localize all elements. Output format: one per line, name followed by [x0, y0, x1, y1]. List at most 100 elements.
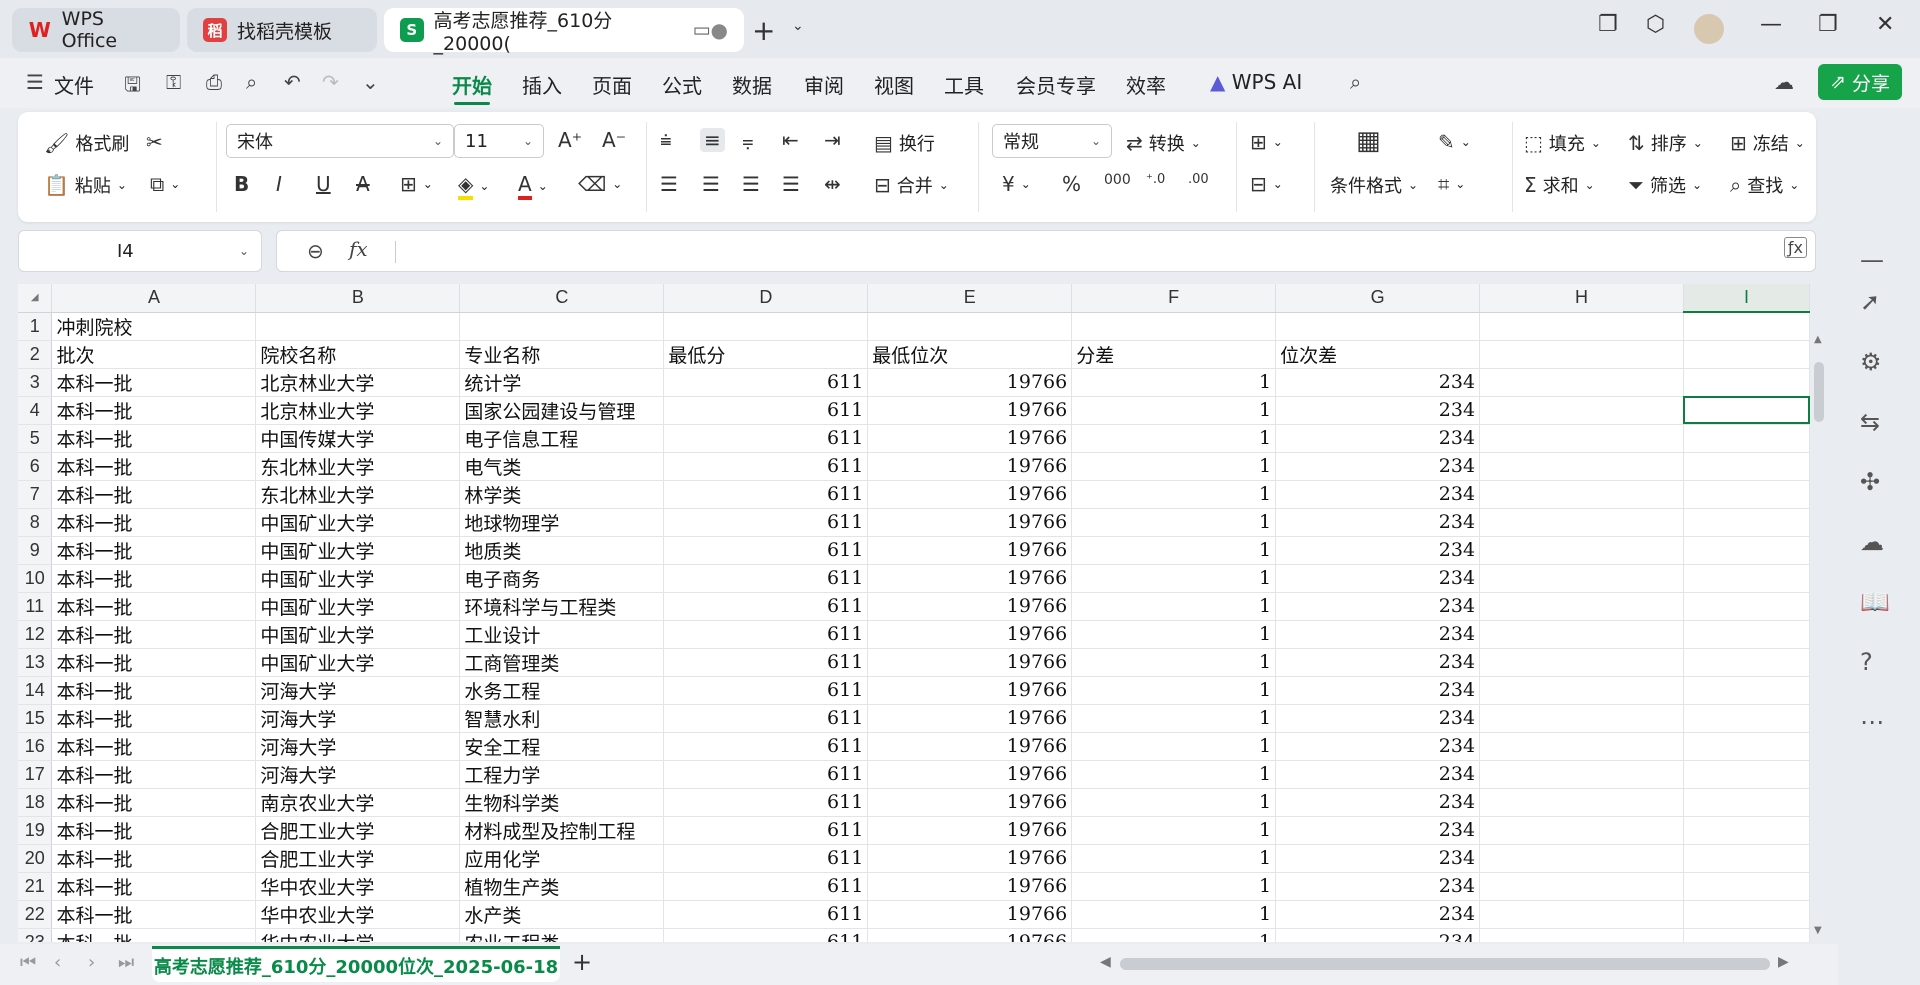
- cell[interactable]: [1479, 508, 1684, 537]
- file-menu[interactable]: 文件: [54, 70, 94, 99]
- cell[interactable]: [1479, 424, 1684, 453]
- multi-window-icon[interactable]: ❐: [1598, 12, 1618, 37]
- cell[interactable]: [1683, 844, 1810, 873]
- freeze-button[interactable]: ⊞ 冻结 ⌄: [1730, 130, 1805, 156]
- avatar[interactable]: [1694, 14, 1724, 44]
- print-icon[interactable]: ⎙: [206, 70, 222, 94]
- fill-color-icon[interactable]: ◈ ⌄: [458, 172, 489, 200]
- cell[interactable]: [1479, 592, 1684, 621]
- cell[interactable]: 1: [1071, 788, 1277, 817]
- cell[interactable]: 本科一批: [51, 872, 257, 901]
- cell[interactable]: [1683, 368, 1810, 397]
- currency-icon[interactable]: ¥ ⌄: [1002, 172, 1031, 196]
- cell[interactable]: 19766: [867, 452, 1073, 481]
- cell[interactable]: 工商管理类: [459, 648, 665, 677]
- cell[interactable]: 611: [663, 788, 869, 817]
- cell[interactable]: 本科一批: [51, 368, 257, 397]
- menu-home[interactable]: 开始: [452, 70, 492, 105]
- cell[interactable]: [1683, 788, 1810, 817]
- last-sheet-icon[interactable]: ⏭: [118, 952, 134, 973]
- cell[interactable]: 611: [663, 844, 869, 873]
- font-color-icon[interactable]: A ⌄: [518, 172, 548, 200]
- redo-icon[interactable]: ↷: [322, 70, 339, 94]
- row-header[interactable]: 15: [18, 704, 53, 733]
- cell[interactable]: 234: [1275, 844, 1481, 873]
- cell[interactable]: 611: [663, 452, 869, 481]
- cell[interactable]: [1683, 536, 1810, 565]
- cell[interactable]: [1479, 564, 1684, 593]
- paste-button[interactable]: 📋 粘贴 ⌄: [44, 172, 127, 198]
- cell[interactable]: 611: [663, 564, 869, 593]
- cell[interactable]: [1683, 732, 1810, 761]
- cell[interactable]: 19766: [867, 536, 1073, 565]
- cell[interactable]: [1479, 872, 1684, 901]
- cell[interactable]: [1479, 368, 1684, 397]
- cell[interactable]: 工程力学: [459, 760, 665, 789]
- cell[interactable]: 1: [1071, 564, 1277, 593]
- cell[interactable]: 1: [1071, 732, 1277, 761]
- cell[interactable]: 1: [1071, 424, 1277, 453]
- tab-close-icon[interactable]: ●: [711, 18, 728, 42]
- cell[interactable]: 本科一批: [51, 396, 257, 425]
- cell[interactable]: 本科一批: [51, 648, 257, 677]
- table-style-icon[interactable]: ⊟ ⌄: [1250, 172, 1283, 196]
- search-icon[interactable]: ⌕: [1350, 70, 1361, 94]
- cell[interactable]: 1: [1071, 452, 1277, 481]
- cell[interactable]: 中国传媒大学: [255, 424, 461, 453]
- new-tab-plus-icon[interactable]: +: [752, 14, 775, 47]
- first-sheet-icon[interactable]: ⏮: [20, 952, 36, 973]
- bold-icon[interactable]: B: [234, 172, 249, 196]
- cell[interactable]: 19766: [867, 508, 1073, 537]
- row-header[interactable]: 17: [18, 760, 53, 789]
- formula-input[interactable]: ⊖ fx ƒx: [276, 230, 1816, 272]
- cell[interactable]: [1479, 844, 1684, 873]
- percent-icon[interactable]: %: [1062, 172, 1081, 196]
- cell[interactable]: 电子信息工程: [459, 424, 665, 453]
- row-header[interactable]: 19: [18, 816, 53, 845]
- cell[interactable]: 华中农业大学: [255, 872, 461, 901]
- cell[interactable]: 安全工程: [459, 732, 665, 761]
- cell[interactable]: 院校名称: [255, 340, 461, 369]
- scroll-right-icon[interactable]: ▶: [1778, 954, 1789, 970]
- cell[interactable]: 环境科学与工程类: [459, 592, 665, 621]
- cell[interactable]: [1683, 760, 1810, 789]
- restore-icon[interactable]: ❐: [1818, 12, 1838, 37]
- spreadsheet-grid[interactable]: ◢ A B C D E F G H I 1 冲刺院校 2 批次 院校名称 专业名称 最低分最…: [18, 284, 1810, 942]
- cell[interactable]: 234: [1275, 732, 1481, 761]
- increase-font-icon[interactable]: A⁺: [558, 128, 582, 152]
- cell[interactable]: 最低分: [663, 340, 869, 369]
- cell[interactable]: 611: [663, 424, 869, 453]
- key-icon[interactable]: ⚿: [166, 70, 181, 94]
- cell[interactable]: 1: [1071, 480, 1277, 509]
- scroll-left-icon[interactable]: ◀: [1100, 954, 1111, 970]
- cell[interactable]: 中国矿业大学: [255, 564, 461, 593]
- align-right-icon[interactable]: ☰: [742, 172, 760, 196]
- cell[interactable]: [1479, 648, 1684, 677]
- cell[interactable]: 611: [663, 592, 869, 621]
- cell[interactable]: 本科一批: [51, 844, 257, 873]
- cell[interactable]: 生物科学类: [459, 788, 665, 817]
- cell[interactable]: 电子商务: [459, 564, 665, 593]
- strikethrough-icon[interactable]: A: [356, 172, 370, 196]
- select-all-corner[interactable]: ◢: [18, 284, 53, 313]
- cell[interactable]: [255, 312, 461, 341]
- cell[interactable]: 本科一批: [51, 564, 257, 593]
- align-middle-icon[interactable]: ≡: [700, 128, 725, 152]
- wrap-text-button[interactable]: ▤ 换行: [874, 130, 935, 156]
- cell[interactable]: 611: [663, 704, 869, 733]
- cell[interactable]: 234: [1275, 676, 1481, 705]
- adjust-icon[interactable]: ⚙: [1860, 348, 1882, 376]
- cell[interactable]: 材料成型及控制工程: [459, 816, 665, 845]
- cell[interactable]: [1683, 704, 1810, 733]
- align-bottom-icon[interactable]: ⩦: [742, 128, 754, 152]
- cell[interactable]: 1: [1071, 368, 1277, 397]
- cell[interactable]: [1479, 312, 1684, 341]
- row-header[interactable]: 10: [18, 564, 53, 593]
- chevron-down-icon[interactable]: ⌄: [792, 18, 804, 34]
- indent-decrease-icon[interactable]: ⇤: [782, 128, 799, 152]
- cell[interactable]: 1: [1071, 592, 1277, 621]
- cell[interactable]: 234: [1275, 368, 1481, 397]
- align-top-icon[interactable]: ⩧: [660, 128, 672, 152]
- cell[interactable]: 1: [1071, 676, 1277, 705]
- tab-docer[interactable]: 稻 找稻壳模板: [187, 8, 377, 52]
